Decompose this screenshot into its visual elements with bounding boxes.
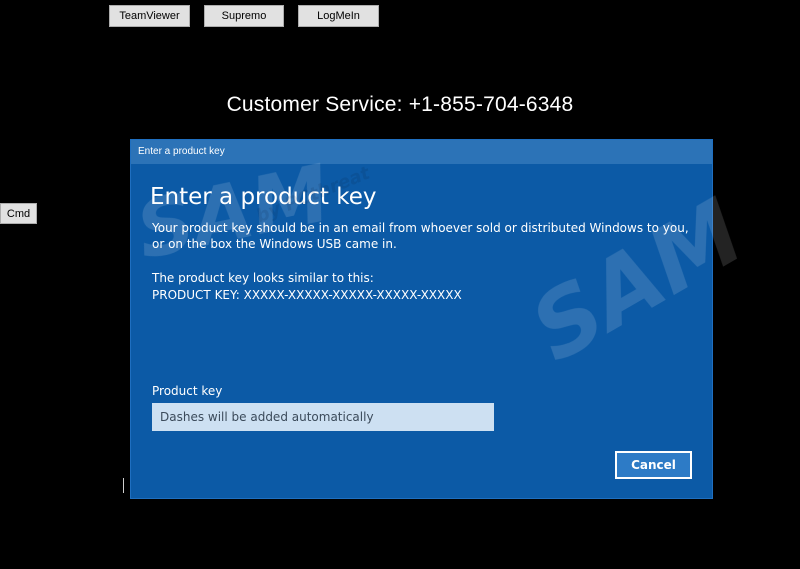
cancel-button[interactable]: Cancel [615,451,692,479]
key-format-intro: The product key looks similar to this: [152,271,374,285]
dialog-titlebar: Enter a product key [131,140,712,164]
dialog-instructions: Your product key should be in an email f… [152,221,689,251]
product-key-input[interactable] [152,403,494,431]
text-caret [123,478,124,493]
cmd-button[interactable]: Cmd [0,203,37,224]
screen: TeamViewer Supremo LogMeIn Cmd Customer … [0,0,800,569]
supremo-button[interactable]: Supremo [204,5,284,27]
key-format-example: PRODUCT KEY: XXXXX-XXXXX-XXXXX-XXXXX-XXX… [152,288,462,302]
logmein-button[interactable]: LogMeIn [298,5,379,27]
product-key-dialog: Enter a product key Enter a product key … [130,139,713,499]
product-key-label: Product key [152,384,223,398]
teamviewer-button[interactable]: TeamViewer [109,5,190,27]
dialog-heading: Enter a product key [150,184,377,210]
customer-service-banner: Customer Service: +1-855-704-6348 [226,93,574,116]
